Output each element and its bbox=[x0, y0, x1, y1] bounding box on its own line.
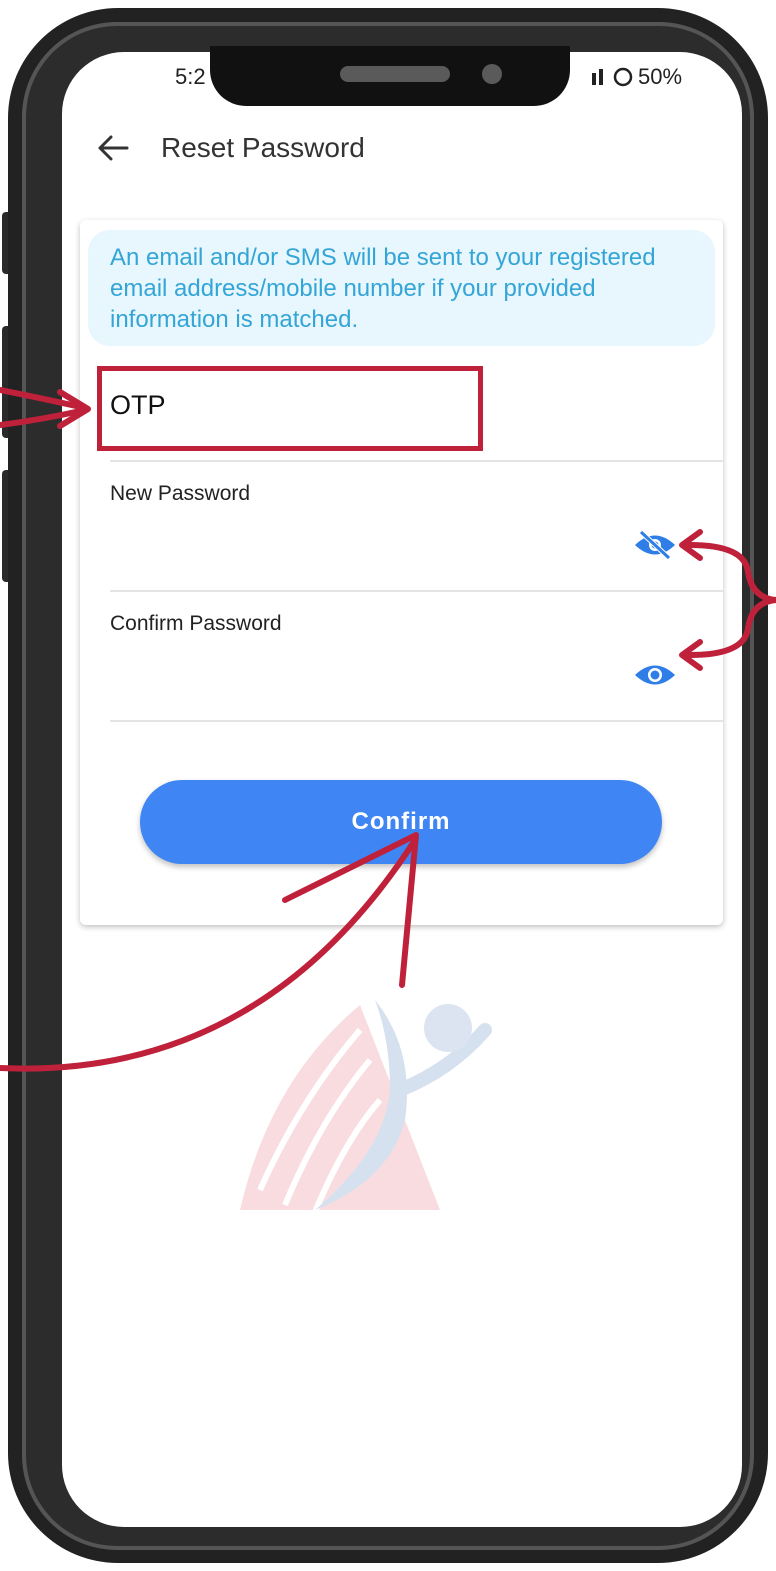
new-password-label: New Password bbox=[110, 482, 251, 505]
speaker-icon bbox=[340, 66, 450, 82]
arrow-left-icon[interactable] bbox=[95, 130, 131, 166]
otp-highlight-annotation bbox=[97, 366, 483, 451]
info-message: An email and/or SMS will be sent to your… bbox=[88, 230, 715, 346]
confirm-password-label: Confirm Password bbox=[110, 612, 282, 635]
battery-percent: 50% bbox=[638, 64, 683, 89]
phone-notch bbox=[210, 46, 570, 106]
home-indicator bbox=[62, 1490, 742, 1527]
new-password-field[interactable]: New Password bbox=[110, 462, 723, 592]
app-header: Reset Password bbox=[95, 130, 365, 166]
status-indicators: 50% bbox=[590, 64, 682, 90]
confirm-button[interactable]: Confirm bbox=[140, 780, 662, 864]
eye-off-icon[interactable] bbox=[633, 530, 677, 560]
signal-icon bbox=[592, 69, 603, 85]
battery-ring-icon bbox=[613, 67, 633, 87]
status-time: 5:2 bbox=[175, 64, 206, 89]
confirm-password-field[interactable]: Confirm Password bbox=[110, 592, 723, 722]
eye-icon[interactable] bbox=[633, 660, 677, 690]
reset-password-card: An email and/or SMS will be sent to your… bbox=[80, 220, 723, 925]
logo-watermark bbox=[240, 1000, 492, 1214]
page-title: Reset Password bbox=[161, 132, 365, 163]
camera-icon bbox=[482, 64, 502, 84]
